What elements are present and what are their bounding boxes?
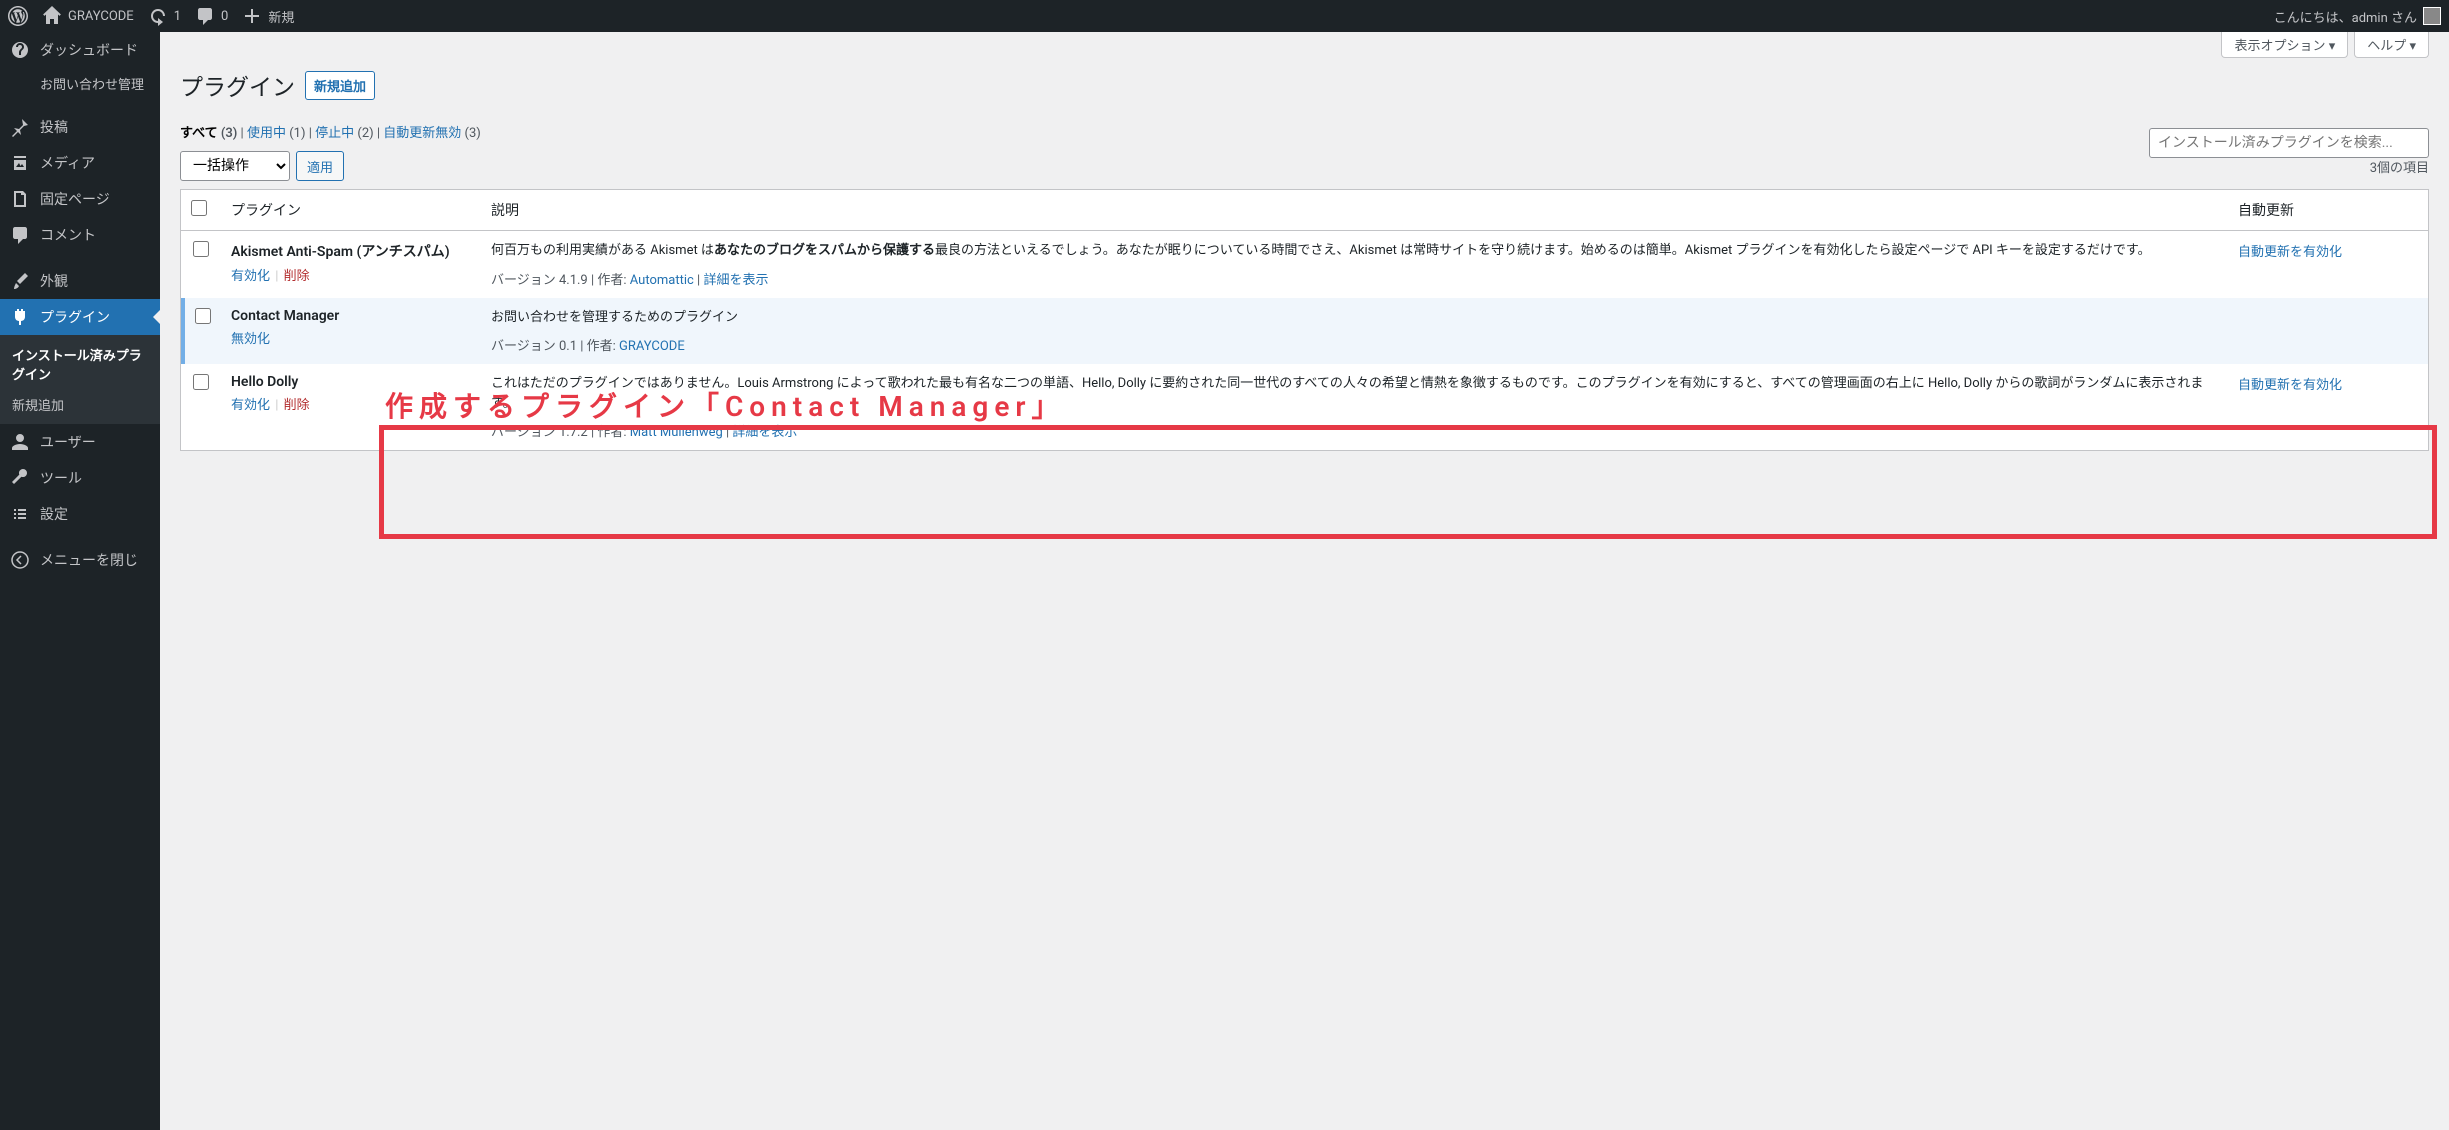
plugin-search-input[interactable] [2149, 128, 2429, 158]
tools-label: ツール [40, 468, 82, 488]
sidebar-item-dashboard[interactable]: ダッシュボード [0, 32, 160, 68]
users-label: ユーザー [40, 432, 96, 452]
sidebar-item-settings[interactable]: 設定 [0, 496, 160, 532]
collapse-icon [10, 550, 30, 570]
wordpress-icon [8, 6, 28, 26]
filter-inactive[interactable]: 停止中 (2) [315, 126, 374, 141]
plugin-meta: バージョン 0.1 | 作者: GRAYCODE [491, 335, 2218, 354]
plugin-filters: すべて (3) | 使用中 (1) | 停止中 (2) | 自動更新無効 (3) [180, 122, 2429, 141]
sidebar-item-tools[interactable]: ツール [0, 460, 160, 496]
plugin-row-contact-manager: Contact Manager 無効化 お問い合わせを管理するためのプラグイン … [181, 298, 2428, 365]
filter-all[interactable]: すべて (3) [180, 126, 237, 141]
plugin-row-akismet: Akismet Anti-Spam (アンチスパム) 有効化 | 削除 何百万も… [181, 231, 2428, 298]
home-icon [42, 6, 62, 26]
sidebar-item-users[interactable]: ユーザー [0, 424, 160, 460]
plugins-label: プラグイン [40, 307, 110, 327]
delete-link[interactable]: 削除 [284, 398, 310, 413]
comments-count: 0 [221, 9, 228, 24]
appearance-label: 外観 [40, 271, 68, 291]
user-icon [10, 432, 30, 452]
sidebar-item-media[interactable]: メディア [0, 145, 160, 181]
main-content: 表示オプション ▾ ヘルプ ▾ プラグイン 新規追加 すべて (3) | 使用中… [160, 32, 2449, 1130]
site-name[interactable]: GRAYCODE [42, 6, 134, 26]
dashboard-icon [10, 40, 30, 60]
select-all-checkbox[interactable] [191, 200, 207, 216]
site-name-text: GRAYCODE [68, 9, 134, 24]
pages-label: 固定ページ [40, 189, 110, 209]
details-link[interactable]: 詳細を表示 [732, 425, 797, 440]
filter-active[interactable]: 使用中 (1) [247, 126, 306, 141]
comments-icon [10, 225, 30, 245]
plugin-description: 何百万もの利用実績がある Akismet はあなたのブログをスパムから保護する最… [491, 241, 2218, 261]
col-auto-update: 自動更新 [2228, 190, 2428, 231]
enable-auto-update-link[interactable]: 自動更新を有効化 [2238, 245, 2342, 260]
update-icon [148, 6, 168, 26]
sidebar-item-contact-manage[interactable]: お問い合わせ管理 [0, 68, 160, 99]
row-checkbox[interactable] [193, 374, 209, 390]
sidebar-sub-installed-plugins[interactable]: インストール済みプラグイン [0, 339, 160, 389]
filter-auto-off[interactable]: 自動更新無効 (3) [383, 126, 481, 141]
sidebar-item-pages[interactable]: 固定ページ [0, 181, 160, 217]
sidebar-item-posts[interactable]: 投稿 [0, 109, 160, 145]
sidebar-sub-add-new[interactable]: 新規追加 [0, 389, 160, 420]
plugin-description: お問い合わせを管理するためのプラグイン [491, 308, 2218, 328]
updates-link[interactable]: 1 [148, 6, 181, 26]
media-label: メディア [40, 153, 95, 173]
enable-auto-update-link[interactable]: 自動更新を有効化 [2238, 378, 2342, 393]
add-new-button[interactable]: 新規追加 [305, 71, 375, 100]
wp-logo[interactable] [8, 6, 28, 26]
new-content-link[interactable]: 新規 [242, 6, 294, 26]
collapse-label: メニューを閉じ [40, 550, 138, 570]
settings-icon [10, 504, 30, 524]
plus-icon [242, 6, 262, 26]
pin-icon [10, 117, 30, 137]
bulk-apply-button[interactable]: 適用 [296, 151, 344, 181]
posts-label: 投稿 [40, 117, 68, 137]
plugin-name: Akismet Anti-Spam (アンチスパム) [231, 241, 471, 261]
col-plugin: プラグイン [221, 190, 481, 231]
annotation-label: 作成するプラグイン「Contact Manager」 [385, 385, 1066, 425]
avatar [2423, 7, 2441, 25]
help-button[interactable]: ヘルプ ▾ [2354, 32, 2429, 58]
user-greeting[interactable]: こんにちは、admin さん [2274, 7, 2441, 26]
details-link[interactable]: 詳細を表示 [703, 273, 768, 288]
plugin-meta: バージョン 4.1.9 | 作者: Automattic | 詳細を表示 [491, 269, 2218, 288]
deactivate-link[interactable]: 無効化 [231, 332, 270, 347]
comments-label: コメント [40, 225, 96, 245]
dashboard-label: ダッシュボード [40, 40, 138, 60]
plugin-name: Contact Manager [231, 308, 471, 324]
author-link[interactable]: GRAYCODE [619, 339, 685, 354]
admin-sidebar: ダッシュボード お問い合わせ管理 投稿 メディア 固定ページ コメント 外観 プ… [0, 32, 160, 1130]
page-icon [10, 189, 30, 209]
plugin-icon [10, 307, 30, 327]
comments-link[interactable]: 0 [195, 6, 228, 26]
new-label: 新規 [268, 7, 294, 26]
comment-icon [195, 6, 215, 26]
screen-options-button[interactable]: 表示オプション ▾ [2221, 32, 2348, 58]
wrench-icon [10, 468, 30, 488]
items-count: 3個の項目 [2370, 157, 2429, 176]
activate-link[interactable]: 有効化 [231, 398, 270, 413]
brush-icon [10, 271, 30, 291]
sidebar-item-collapse[interactable]: メニューを閉じ [0, 542, 160, 578]
row-checkbox[interactable] [193, 241, 209, 257]
activate-link[interactable]: 有効化 [231, 269, 270, 284]
media-icon [10, 153, 30, 173]
updates-count: 1 [174, 9, 181, 24]
author-link[interactable]: Matt Mullenweg [630, 425, 723, 440]
page-title: プラグイン [180, 68, 295, 102]
sidebar-item-comments[interactable]: コメント [0, 217, 160, 253]
sidebar-item-appearance[interactable]: 外観 [0, 263, 160, 299]
delete-link[interactable]: 削除 [284, 269, 310, 284]
sidebar-item-plugins[interactable]: プラグイン [0, 299, 160, 335]
author-link[interactable]: Automattic [630, 273, 694, 288]
settings-label: 設定 [40, 504, 68, 524]
admin-bar: GRAYCODE 1 0 新規 こんにちは、admin さん [0, 0, 2449, 32]
row-checkbox[interactable] [195, 308, 211, 324]
col-description: 説明 [481, 190, 2228, 231]
bulk-action-select[interactable]: 一括操作 [180, 151, 290, 181]
greeting-text: こんにちは、admin さん [2274, 7, 2417, 26]
